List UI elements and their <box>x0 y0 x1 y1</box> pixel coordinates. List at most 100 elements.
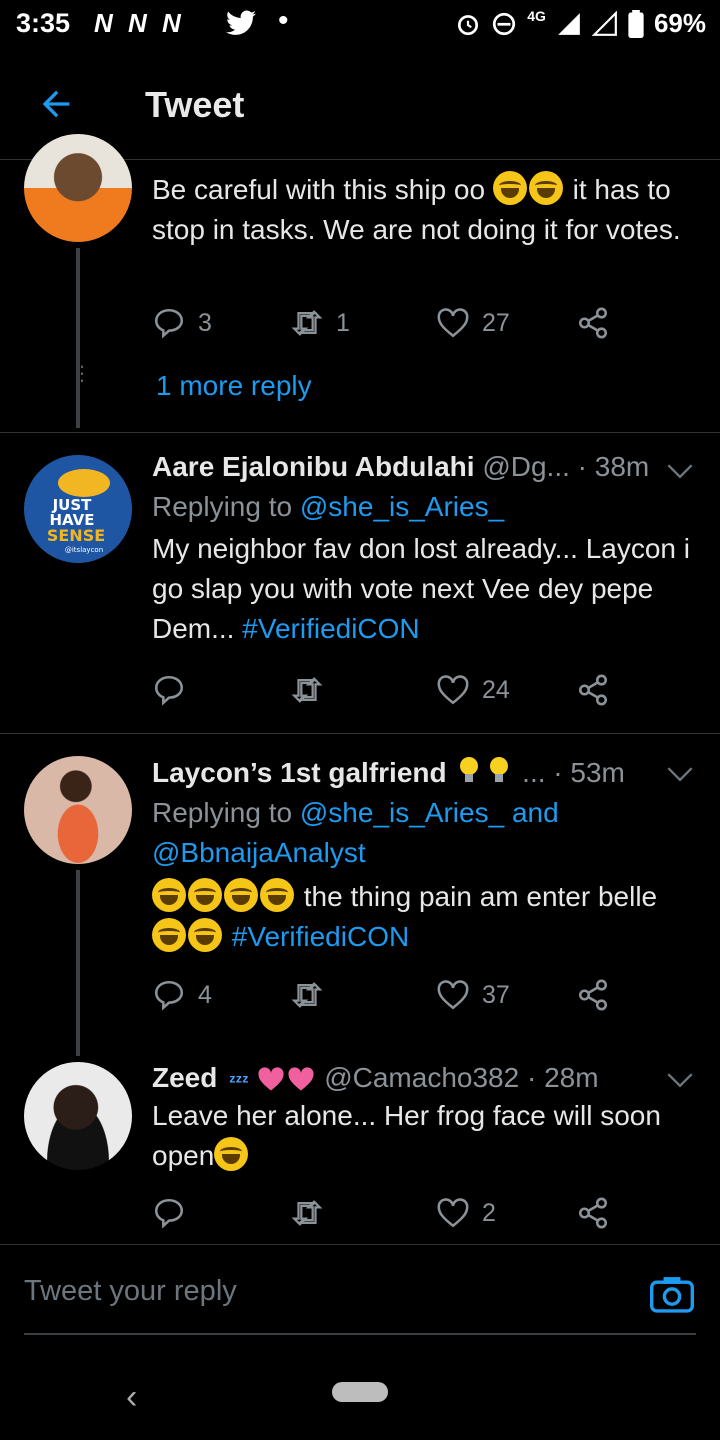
lightbulb-emoji-icon <box>490 757 509 782</box>
tweet-meta: Aare Ejalonibu Abdulahi @Dg... · 38m <box>152 451 696 483</box>
reply-button[interactable]: 3 <box>152 306 212 340</box>
twitter-icon <box>226 10 256 35</box>
author-handle[interactable]: ... <box>522 757 545 788</box>
lightbulb-emoji-icon <box>460 757 479 782</box>
more-replies-dots: ⋮ <box>72 363 92 385</box>
reply-input[interactable]: Tweet your reply <box>24 1275 237 1308</box>
laughing-emoji-icon <box>492 171 527 205</box>
replying-to: Replying to @she_is_Aries_ <box>152 491 505 522</box>
like-count: 24 <box>482 675 510 704</box>
tweet-text: Leave her alone... Her frog face will so… <box>152 1100 661 1171</box>
like-button[interactable]: 27 <box>436 306 510 340</box>
share-button[interactable] <box>576 1196 610 1230</box>
camera-icon[interactable] <box>650 1275 694 1313</box>
like-button[interactable]: 2 <box>436 1196 496 1230</box>
hashtag-link[interactable]: #VerifiediCON <box>232 921 409 952</box>
share-button[interactable] <box>576 978 610 1012</box>
signal-icon <box>558 12 580 35</box>
page-title: Tweet <box>145 84 245 125</box>
heart-emoji-icon <box>258 1067 284 1091</box>
avatar[interactable] <box>24 756 132 864</box>
tweet-meta: Laycon’s 1st galfriend ... · 53m <box>152 756 696 789</box>
signal-icon-2 <box>591 10 617 36</box>
thread-line <box>76 248 80 428</box>
tweet-text: the thing pain am enter belle #Verifiedi… <box>152 877 696 957</box>
like-icon <box>437 980 469 1010</box>
chevron-down-icon[interactable] <box>666 461 694 481</box>
laughing-emoji-icon <box>528 171 563 205</box>
author-name[interactable]: Zeed <box>152 1062 217 1093</box>
thread-line <box>76 870 80 1056</box>
retweet-button[interactable]: 1 <box>290 306 350 340</box>
tweet-item[interactable]: JUST HAVE SENSE @itslaycon Aare Ejalonib… <box>0 433 720 733</box>
reply-button[interactable] <box>152 1196 186 1230</box>
battery-icon <box>628 9 644 38</box>
nav-back-icon[interactable]: ‹ <box>126 1378 137 1417</box>
reply-icon <box>154 980 184 1011</box>
notification-icons: N N N <box>94 8 185 38</box>
status-dot: • <box>278 4 289 37</box>
avatar-logo-icon: JUST HAVE SENSE @itslaycon <box>47 469 110 554</box>
status-time: 3:35 <box>16 8 71 38</box>
avatar[interactable] <box>24 134 132 242</box>
retweet-icon <box>291 982 323 1008</box>
like-button[interactable]: 24 <box>436 673 510 707</box>
like-icon <box>437 675 469 705</box>
like-count: 2 <box>482 1198 496 1227</box>
laughing-emoji-icon <box>188 918 222 952</box>
author-handle[interactable]: @Camacho382 <box>324 1062 519 1093</box>
tweet-item[interactable]: Laycon’s 1st galfriend ... · 53m Replyin… <box>0 734 720 1056</box>
share-button[interactable] <box>576 306 610 340</box>
reply-button[interactable] <box>152 673 186 707</box>
laughing-emoji-icon <box>260 878 294 912</box>
retweet-icon <box>291 1200 323 1226</box>
chevron-down-icon[interactable] <box>666 1070 694 1090</box>
more-replies-link[interactable]: 1 more reply <box>156 370 312 402</box>
network-type: 4G <box>527 7 546 24</box>
retweet-button[interactable] <box>290 673 324 707</box>
tweet-text: My neighbor fav don lost already... Layc… <box>152 533 691 644</box>
avatar[interactable] <box>24 1062 132 1170</box>
tweet-meta: Zeed ᶻᶻᶻ @Camacho382 · 28m <box>152 1062 696 1094</box>
avatar[interactable]: JUST HAVE SENSE @itslaycon <box>24 455 132 563</box>
retweet-button[interactable] <box>290 978 324 1012</box>
nav-home-pill[interactable] <box>332 1382 388 1402</box>
retweet-icon <box>291 310 323 336</box>
mention-link[interactable]: @she_is_Aries_ <box>300 797 504 828</box>
tweet-time: · 28m <box>526 1062 599 1093</box>
reply-icon <box>154 308 184 339</box>
like-button[interactable]: 37 <box>436 978 510 1012</box>
sleep-emoji-icon: ᶻᶻᶻ <box>229 1071 249 1091</box>
like-icon <box>437 1198 469 1228</box>
share-button[interactable] <box>576 673 610 707</box>
author-name[interactable]: Laycon’s 1st galfriend <box>152 757 447 788</box>
system-nav-bar: ‹ <box>0 1360 720 1440</box>
dnd-icon <box>493 12 516 35</box>
reply-button[interactable]: 4 <box>152 978 212 1012</box>
status-bar: 3:35 N N N • 4G 69% <box>0 0 720 50</box>
reply-underline <box>24 1333 696 1335</box>
like-count: 37 <box>482 980 510 1009</box>
chevron-down-icon[interactable] <box>666 764 694 784</box>
mention-link[interactable]: @BbnaijaAnalyst <box>152 837 366 868</box>
tweet-item[interactable]: Be careful with this ship oo it has to s… <box>0 134 720 432</box>
retweet-button[interactable] <box>290 1196 324 1230</box>
laughing-emoji-icon <box>188 878 222 912</box>
retweet-count: 1 <box>336 308 350 337</box>
reply-count: 4 <box>198 980 212 1009</box>
replying-to: Replying to @she_is_Aries_ and @BbnaijaA… <box>152 797 559 868</box>
share-icon <box>578 1197 608 1229</box>
author-name[interactable]: Aare Ejalonibu Abdulahi <box>152 451 475 482</box>
reply-icon <box>154 675 184 706</box>
hashtag-link[interactable]: #VerifiediCON <box>242 613 419 644</box>
tweet-item[interactable]: Zeed ᶻᶻᶻ @Camacho382 · 28m Leave her alo… <box>0 1050 720 1244</box>
laughing-emoji-icon <box>152 878 186 912</box>
back-arrow-icon[interactable] <box>36 84 76 124</box>
reply-count: 3 <box>198 308 212 337</box>
author-handle[interactable]: @Dg... <box>482 451 570 482</box>
mention-link[interactable]: @she_is_Aries_ <box>300 491 504 522</box>
laughing-emoji-icon <box>224 878 258 912</box>
tweet-time: · 53m <box>553 757 625 788</box>
reply-composer: Tweet your reply <box>0 1244 720 1344</box>
retweet-icon <box>291 677 323 703</box>
